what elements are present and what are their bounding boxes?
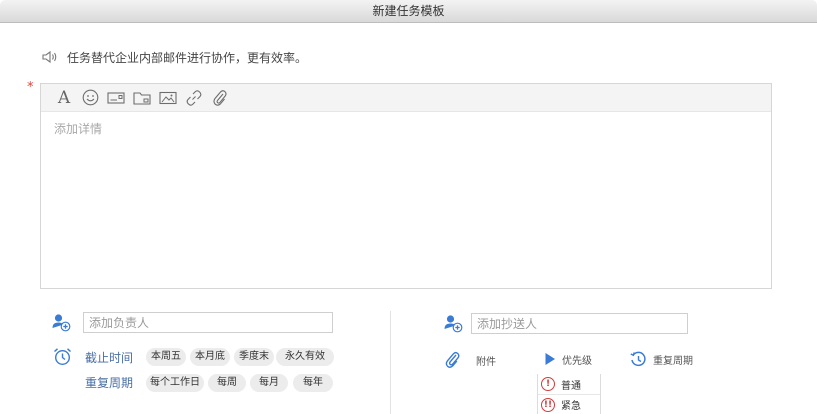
detail-placeholder[interactable]: 添加详情 bbox=[41, 112, 771, 288]
priority-option-urgent[interactable]: !! 紧急 bbox=[538, 394, 600, 414]
hint-row: 任务替代企业内部邮件进行协作，更有效率。 bbox=[42, 47, 307, 67]
deadline-option-month-end[interactable]: 本月底 bbox=[190, 348, 230, 366]
attachment-button[interactable]: 附件 bbox=[444, 351, 496, 369]
repeat-option-workday[interactable]: 每个工作日 bbox=[146, 374, 204, 392]
link-icon[interactable] bbox=[181, 88, 207, 108]
priority-label: 优先级 bbox=[562, 356, 592, 367]
priority-option-label: 紧急 bbox=[561, 401, 581, 412]
history-icon bbox=[630, 351, 646, 367]
double-exclamation-icon: !! bbox=[541, 397, 555, 412]
window-title: 新建任务模板 bbox=[372, 4, 445, 18]
exclamation-icon: ! bbox=[541, 377, 555, 391]
emoji-icon[interactable] bbox=[77, 88, 103, 108]
font-icon[interactable]: A bbox=[51, 88, 77, 108]
folder-icon[interactable] bbox=[129, 88, 155, 108]
assignee-input[interactable] bbox=[83, 312, 333, 333]
attachment-label: 附件 bbox=[476, 356, 496, 368]
paperclip-icon bbox=[445, 351, 460, 368]
deadline-option-this-friday[interactable]: 本周五 bbox=[146, 348, 186, 366]
repeat-cycle-button[interactable]: 重复周期 bbox=[630, 351, 693, 368]
deadline-option-quarter-end[interactable]: 季度末 bbox=[234, 348, 274, 366]
column-divider bbox=[390, 311, 391, 414]
add-assignee-icon[interactable] bbox=[51, 312, 71, 332]
priority-option-label: 普通 bbox=[561, 380, 581, 392]
priority-option-normal[interactable]: ! 普通 bbox=[538, 374, 600, 394]
deadline-label: 截止时间 bbox=[85, 351, 134, 365]
window-titlebar: 新建任务模板 bbox=[0, 0, 817, 23]
card-icon[interactable] bbox=[103, 88, 129, 108]
deadline-option-permanent[interactable]: 永久有效 bbox=[276, 348, 334, 366]
repeat-label: 重复周期 bbox=[85, 376, 134, 390]
image-icon[interactable] bbox=[155, 88, 181, 108]
speaker-icon bbox=[42, 50, 57, 64]
priority-button[interactable]: 优先级 bbox=[544, 352, 592, 367]
repeat-option-yearly[interactable]: 每年 bbox=[293, 374, 333, 392]
repeat-option-weekly[interactable]: 每周 bbox=[208, 374, 246, 392]
flag-icon bbox=[545, 353, 555, 365]
repeat-cycle-label: 重复周期 bbox=[653, 356, 693, 367]
cc-input[interactable] bbox=[471, 313, 688, 334]
priority-dropdown: ! 普通 !! 紧急 bbox=[537, 374, 601, 414]
alarm-clock-icon bbox=[52, 346, 72, 366]
add-cc-icon[interactable] bbox=[443, 313, 463, 333]
hint-text: 任务替代企业内部邮件进行协作，更有效率。 bbox=[67, 50, 308, 65]
task-detail-editor[interactable]: A 添加详情 bbox=[40, 83, 772, 289]
repeat-option-monthly[interactable]: 每月 bbox=[250, 374, 288, 392]
required-mark: * bbox=[27, 80, 34, 95]
editor-toolbar: A bbox=[41, 84, 771, 112]
attachment-icon[interactable] bbox=[207, 88, 233, 108]
